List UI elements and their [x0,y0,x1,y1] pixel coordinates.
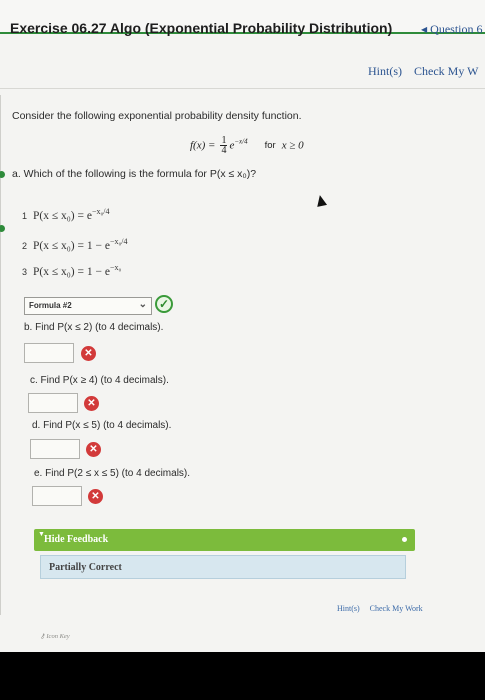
option-1-exp: −x₀/4 [91,207,110,216]
problem-intro: Consider the following exponential proba… [12,110,302,122]
triangle-left-icon: ◀ [421,25,428,34]
part-c-answer-input[interactable] [28,393,78,413]
option-2-text: P(x ≤ x₀) = 1 − e [33,239,110,252]
option-2-number: 2 [22,240,28,251]
part-e-answer-input[interactable] [32,486,82,506]
formula-fraction: 14 [220,136,228,156]
fraction-denominator: 4 [221,145,227,156]
formula-lhs: f(x) = [190,139,216,152]
feedback-panel: Partially Correct [40,555,406,579]
chevron-down-icon: ⌄ [138,299,147,310]
hints-link[interactable]: Hint(s) [368,64,402,78]
icon-key-label: Icon Key [46,633,70,640]
part-b-answer-input[interactable] [24,343,74,363]
formula-exponent: −x/4 [234,137,248,146]
option-2: 2 P(x ≤ x₀) = 1 − e−x₀/4 [22,237,128,252]
question-nav-label: Question 6 [430,22,483,36]
incorrect-x-icon: ✕ [81,346,96,361]
page-title: Exercise 06.27 Algo (Exponential Probabi… [10,20,393,36]
part-d-answer-input[interactable] [30,439,80,459]
incorrect-x-icon: ✕ [86,442,101,457]
hints-link-bottom[interactable]: Hint(s) [337,604,360,613]
formula-select-value: Formula #2 [29,301,72,310]
option-1-text: P(x ≤ x₀) = e [33,209,92,222]
formula-for: for [264,140,276,152]
assignment-page: Exercise 06.27 Algo (Exponential Probabi… [0,0,485,652]
pdf-formula: f(x) = 1 4 e−x/4 for x ≥ 0 [190,136,304,156]
feedback-toggle-label: Hide Feedback [44,534,109,545]
feedback-status: Partially Correct [49,562,122,573]
icon-key-link[interactable]: ⚷ Icon Key [40,632,70,640]
correct-check-icon: ✓ [155,295,173,313]
option-3-exp: −x₀ [109,263,122,272]
part-a-prompt: a. Which of the following is the formula… [12,168,257,180]
top-links: Hint(s) Check My W [368,64,485,79]
question-nav[interactable]: ◀ Question 6 [421,22,483,37]
incorrect-x-icon: ✕ [88,489,103,504]
check-my-work-link-bottom[interactable]: Check My Work [370,604,423,613]
option-1-number: 1 [22,210,28,221]
formula-condition: x ≥ 0 [281,139,304,152]
option-2-exp: −x₀/4 [109,237,128,246]
incorrect-x-icon: ✕ [84,396,99,411]
title-bar: Exercise 06.27 Algo (Exponential Probabi… [0,0,485,37]
part-e-prompt: e. Find P(2 ≤ x ≤ 5) (to 4 decimals). [34,468,191,479]
part-d-prompt: d. Find P(x ≤ 5) (to 4 decimals). [32,420,172,431]
feedback-toggle[interactable]: ▼ Hide Feedback [34,529,415,551]
option-3: 3 P(x ≤ x₀) = 1 − e−x₀ [22,263,121,278]
option-3-number: 3 [22,266,28,277]
part-b-prompt: b. Find P(x ≤ 2) (to 4 decimals). [24,322,164,333]
check-my-work-link[interactable]: Check My W [414,64,478,78]
option-3-text: P(x ≤ x₀) = 1 − e [33,265,110,278]
bottom-links: Hint(s) Check My Work [337,604,433,613]
mouse-cursor-icon [314,194,328,207]
formula-select[interactable]: Formula #2 ⌄ [24,297,152,315]
option-1: 1 P(x ≤ x₀) = e−x₀/4 [22,207,110,222]
part-c-prompt: c. Find P(x ≥ 4) (to 4 decimals). [30,375,169,386]
feedback-dot-icon [402,537,407,542]
